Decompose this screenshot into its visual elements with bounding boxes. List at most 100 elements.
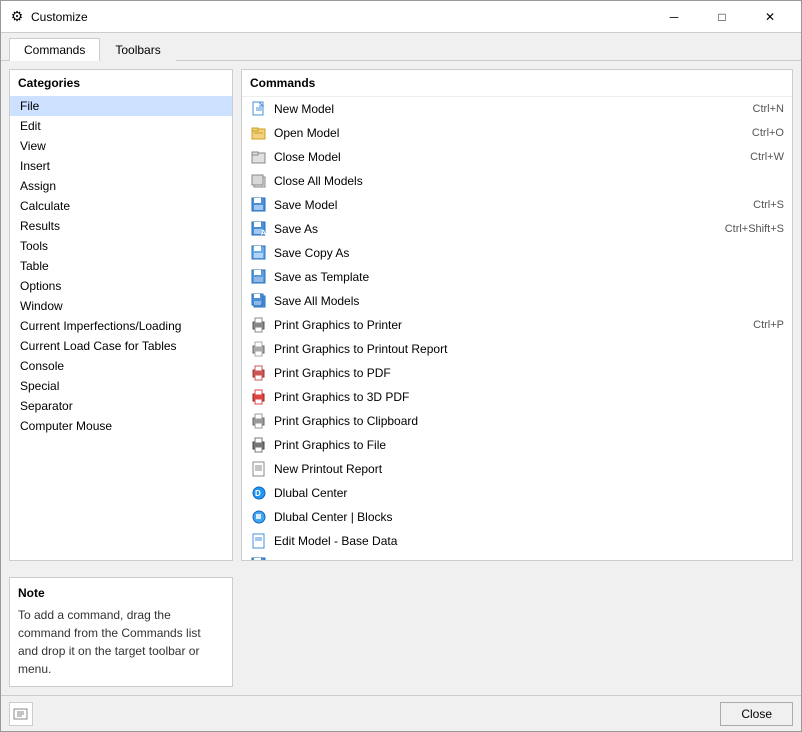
tab-toolbars[interactable]: Toolbars: [100, 38, 175, 61]
command-label: Save All Models: [274, 294, 776, 308]
new-model-icon: [250, 100, 268, 118]
edit-base-icon: [250, 532, 268, 550]
commands-list: New Model Ctrl+N Open Model Ctrl+O: [242, 97, 792, 560]
category-console[interactable]: Console: [10, 356, 232, 376]
command-shortcut: Ctrl+S: [753, 199, 784, 211]
category-options[interactable]: Options: [10, 276, 232, 296]
save-template-icon: [250, 268, 268, 286]
print-pdf-icon: [250, 364, 268, 382]
tab-bar: Commands Toolbars: [1, 33, 801, 61]
command-label: Print Graphics to Printout Report: [274, 342, 776, 356]
command-shortcut: Ctrl+P: [753, 319, 784, 331]
command-open-model[interactable]: Open Model Ctrl+O: [242, 121, 792, 145]
save-copy-icon: [250, 244, 268, 262]
category-imperfections[interactable]: Current Imperfections/Loading: [10, 316, 232, 336]
category-results[interactable]: Results: [10, 216, 232, 236]
command-new-printout[interactable]: New Printout Report: [242, 457, 792, 481]
save-all-icon: [250, 292, 268, 310]
close-all-icon: [250, 172, 268, 190]
command-close-all-models[interactable]: Close All Models: [242, 169, 792, 193]
category-computer-mouse[interactable]: Computer Mouse: [10, 416, 232, 436]
category-view[interactable]: View: [10, 136, 232, 156]
command-close-model[interactable]: Close Model Ctrl+W: [242, 145, 792, 169]
command-print-report[interactable]: Print Graphics to Printout Report: [242, 337, 792, 361]
command-new-model[interactable]: New Model Ctrl+N: [242, 97, 792, 121]
command-label: Print Graphics to Clipboard: [274, 414, 776, 428]
close-model-icon: [250, 148, 268, 166]
maximize-button[interactable]: □: [699, 5, 745, 29]
command-print-printer[interactable]: Print Graphics to Printer Ctrl+P: [242, 313, 792, 337]
command-save-template[interactable]: Save as Template: [242, 265, 792, 289]
command-save-as[interactable]: A Save As Ctrl+Shift+S: [242, 217, 792, 241]
main-window: ⚙ Customize ─ □ ✕ Commands Toolbars Cate…: [0, 0, 802, 732]
command-shortcut: Ctrl+W: [750, 151, 784, 163]
command-label: Save Copy As: [274, 246, 776, 260]
command-dlubal-center[interactable]: D Dlubal Center: [242, 481, 792, 505]
command-label: Edit Model - Base Data: [274, 534, 776, 548]
command-label: Save as Template: [274, 270, 776, 284]
category-separator[interactable]: Separator: [10, 396, 232, 416]
category-tools[interactable]: Tools: [10, 236, 232, 256]
command-save-all[interactable]: Save All Models: [242, 289, 792, 313]
command-shortcut: Ctrl+Shift+S: [725, 223, 784, 235]
category-special[interactable]: Special: [10, 376, 232, 396]
print-clipboard-icon: [250, 412, 268, 430]
category-edit[interactable]: Edit: [10, 116, 232, 136]
note-panel: Note To add a command, drag the command …: [9, 577, 233, 687]
tab-commands[interactable]: Commands: [9, 38, 100, 61]
categories-header: Categories: [10, 70, 232, 96]
command-shortcut: Ctrl+N: [753, 103, 784, 115]
close-button[interactable]: Close: [720, 702, 793, 726]
command-label: New Model: [274, 102, 745, 116]
command-label: Close Model: [274, 150, 742, 164]
category-window[interactable]: Window: [10, 296, 232, 316]
window-controls: ─ □ ✕: [651, 5, 793, 29]
command-save-model[interactable]: Save Model Ctrl+S: [242, 193, 792, 217]
app-icon: ⚙: [9, 9, 25, 25]
new-printout-icon: [250, 460, 268, 478]
command-dlubal-blocks[interactable]: Dlubal Center | Blocks: [242, 505, 792, 529]
command-label: Save Model: [274, 198, 745, 212]
footer-icon: [9, 702, 33, 726]
print-icon: [250, 316, 268, 334]
category-file[interactable]: File: [10, 96, 232, 116]
svg-text:D: D: [255, 489, 261, 498]
command-edit-base-data[interactable]: Edit Model - Base Data: [242, 529, 792, 553]
command-print-file[interactable]: Print Graphics to File: [242, 433, 792, 457]
footer: Close: [1, 695, 801, 731]
command-label: Print Graphics to File: [274, 438, 776, 452]
open-model-icon: [250, 124, 268, 142]
command-shortcut: Ctrl+B: [753, 559, 784, 560]
command-save-block[interactable]: Save as Block Ctrl+B: [242, 553, 792, 560]
category-insert[interactable]: Insert: [10, 156, 232, 176]
title-bar: ⚙ Customize ─ □ ✕: [1, 1, 801, 33]
close-window-button[interactable]: ✕: [747, 5, 793, 29]
save-as-icon: A: [250, 220, 268, 238]
dlubal-blocks-icon: [250, 508, 268, 526]
command-label: Print Graphics to Printer: [274, 318, 745, 332]
print-3dpdf-icon: [250, 388, 268, 406]
note-text: To add a command, drag the command from …: [18, 606, 224, 678]
category-load-case[interactable]: Current Load Case for Tables: [10, 336, 232, 356]
command-save-copy-as[interactable]: Save Copy As: [242, 241, 792, 265]
empty-bottom-right: [241, 577, 793, 687]
categories-list: File Edit View Insert Assign Calculate R…: [10, 96, 232, 560]
category-table[interactable]: Table: [10, 256, 232, 276]
command-label: New Printout Report: [274, 462, 776, 476]
command-print-clipboard[interactable]: Print Graphics to Clipboard: [242, 409, 792, 433]
content-area: Categories File Edit View Insert Assign …: [1, 61, 801, 569]
print-report-icon: [250, 340, 268, 358]
category-calculate[interactable]: Calculate: [10, 196, 232, 216]
command-print-pdf[interactable]: Print Graphics to PDF: [242, 361, 792, 385]
category-assign[interactable]: Assign: [10, 176, 232, 196]
command-print-3dpdf[interactable]: Print Graphics to 3D PDF: [242, 385, 792, 409]
categories-panel: Categories File Edit View Insert Assign …: [9, 69, 233, 561]
command-label: Save as Block: [274, 558, 745, 560]
command-label: Open Model: [274, 126, 744, 140]
command-shortcut: Ctrl+O: [752, 127, 784, 139]
window-title: Customize: [31, 10, 651, 24]
command-label: Close All Models: [274, 174, 776, 188]
bottom-area: Note To add a command, drag the command …: [1, 569, 801, 695]
commands-panel: Commands New Model Ctrl+N: [241, 69, 793, 561]
minimize-button[interactable]: ─: [651, 5, 697, 29]
